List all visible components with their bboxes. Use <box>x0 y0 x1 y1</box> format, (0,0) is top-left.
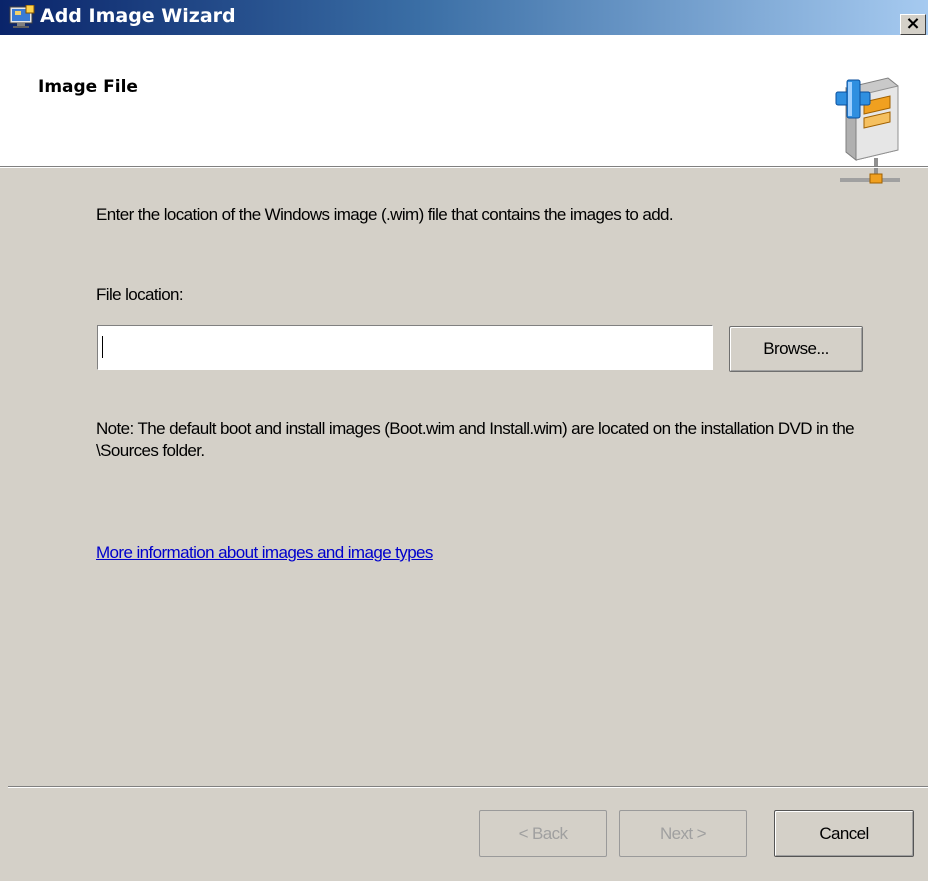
next-button[interactable]: Next > <box>619 810 747 857</box>
header-divider-highlight <box>0 167 928 168</box>
browse-button[interactable]: Browse... <box>729 326 863 372</box>
more-info-link[interactable]: More information about images and image … <box>96 543 433 563</box>
title-bar: Add Image Wizard × <box>0 0 928 35</box>
wizard-header: Image File <box>0 35 928 184</box>
wizard-app-icon <box>9 5 35 28</box>
cancel-button[interactable]: Cancel <box>774 810 914 857</box>
next-button-label: Next > <box>659 823 707 843</box>
close-icon: × <box>905 13 921 34</box>
description-text: Enter the location of the Windows image … <box>96 205 674 224</box>
add-image-icon <box>835 77 900 184</box>
close-button[interactable]: × <box>900 13 926 35</box>
footer-divider-highlight <box>8 787 928 788</box>
back-button[interactable]: < Back <box>479 810 607 857</box>
cancel-button-label: Cancel <box>819 823 869 843</box>
file-location-input[interactable] <box>97 325 713 370</box>
note-text: Note: The default boot and install image… <box>96 419 855 460</box>
page-title: Image File <box>38 77 138 97</box>
browse-button-label: Browse... <box>763 339 829 358</box>
window-title: Add Image Wizard <box>40 5 236 27</box>
text-caret <box>102 336 103 358</box>
file-location-label: File location: <box>96 285 184 304</box>
back-button-label: < Back <box>518 823 568 843</box>
